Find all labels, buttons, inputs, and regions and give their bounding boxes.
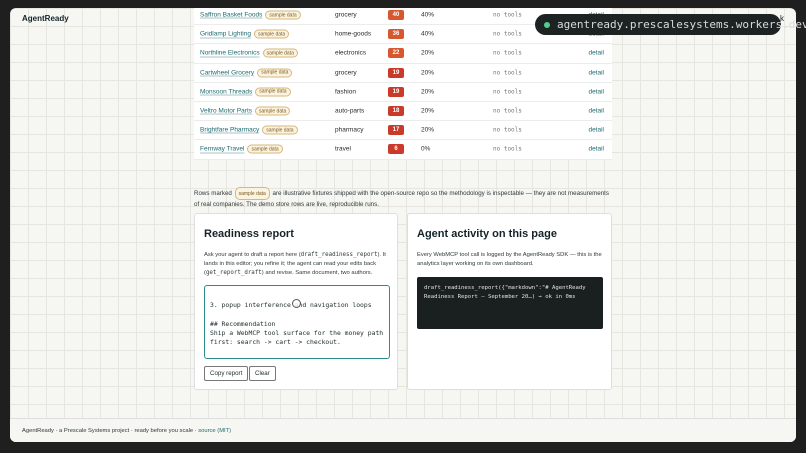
tools-status: no tools bbox=[493, 69, 522, 77]
app-frame: AgentReady k Saffron Basket Foods sample … bbox=[10, 8, 796, 442]
company-link[interactable]: Northline Electronics bbox=[200, 50, 260, 57]
category: fashion bbox=[335, 88, 356, 96]
category: home-goods bbox=[335, 30, 372, 38]
sample-data-badge: sample data bbox=[265, 10, 301, 20]
table-row: Cartwheel Grocery sample data grocery 19 20%… bbox=[194, 64, 612, 83]
mouse-cursor-icon bbox=[292, 299, 301, 308]
category: electronics bbox=[335, 49, 367, 57]
tools-status: no tools bbox=[493, 11, 522, 19]
detail-link[interactable]: detail bbox=[588, 88, 604, 95]
score-badge: 6 bbox=[388, 144, 404, 155]
company-link[interactable]: Fernway Travel bbox=[200, 146, 244, 153]
readiness-report-title: Readiness report bbox=[204, 228, 294, 240]
company-link[interactable]: Gridlamp Lighting bbox=[200, 31, 251, 38]
score-badge: 40 bbox=[388, 10, 404, 21]
coverage-percent: 20% bbox=[421, 49, 435, 57]
table-row: Monsoon Threads sample data fashion 19 20% no… bbox=[194, 83, 612, 102]
company-link[interactable]: Cartwheel Grocery bbox=[200, 69, 254, 76]
source-link[interactable]: source (MIT) bbox=[198, 428, 231, 434]
sample-data-badge: sample data bbox=[255, 106, 291, 116]
desc-part-3: ) and revise. Same document, two authors… bbox=[261, 270, 373, 276]
table-row: Brightfare Pharmacy sample data pharmacy 17… bbox=[194, 121, 612, 141]
activity-log: draft_readiness_report({"markdown":"# Ag… bbox=[417, 277, 603, 329]
category: grocery bbox=[335, 69, 357, 77]
tools-status: no tools bbox=[493, 107, 522, 115]
score-badge: 19 bbox=[388, 86, 404, 97]
category: auto-parts bbox=[335, 107, 365, 115]
coverage-percent: 20% bbox=[421, 126, 435, 134]
sample-data-note: Rows marked sample data are illustrative… bbox=[194, 187, 614, 210]
note-before: Rows marked bbox=[194, 190, 232, 198]
sample-data-badge: sample data bbox=[247, 144, 283, 154]
score-badge: 17 bbox=[388, 125, 404, 136]
company-name[interactable]: Saffron Basket Foods sample data bbox=[200, 10, 301, 20]
agent-activity-card: Agent activity on this page Every WebMCP… bbox=[407, 213, 612, 390]
tools-status: no tools bbox=[493, 49, 522, 57]
coverage-percent: 0% bbox=[421, 145, 431, 153]
coverage-percent: 40% bbox=[421, 11, 435, 19]
coverage-percent: 20% bbox=[421, 107, 435, 115]
desc-part-1: Ask your agent to draft a report here ( bbox=[204, 252, 301, 258]
sample-data-badge: sample data bbox=[257, 68, 293, 78]
company-name[interactable]: Northline Electronics sample data bbox=[200, 48, 298, 58]
coverage-percent: 20% bbox=[421, 69, 435, 77]
readiness-report-card: Readiness report Ask your agent to draft… bbox=[194, 213, 398, 390]
company-name[interactable]: Cartwheel Grocery sample data bbox=[200, 68, 293, 78]
company-link[interactable]: Monsoon Threads bbox=[200, 89, 252, 96]
sample-data-badge: sample data bbox=[262, 125, 298, 135]
table-row: Fernway Travel sample data travel 6 0% no too… bbox=[194, 140, 612, 160]
detail-link[interactable]: detail bbox=[588, 108, 604, 115]
report-editor-content[interactable]: 3. popup interference and navigation loo… bbox=[210, 301, 384, 358]
desc-code-get-draft: get_report_draft bbox=[205, 270, 262, 276]
tools-status: no tools bbox=[493, 88, 522, 96]
category: travel bbox=[335, 145, 351, 153]
detail-link[interactable]: detail bbox=[588, 127, 604, 134]
company-name[interactable]: Fernway Travel sample data bbox=[200, 144, 283, 154]
report-editor[interactable]: 3. popup interference and navigation loo… bbox=[204, 285, 390, 359]
company-name[interactable]: Monsoon Threads sample data bbox=[200, 87, 291, 97]
company-name[interactable]: Brightfare Pharmacy sample data bbox=[200, 125, 298, 135]
url-text: agentready.prescalesystems.workers.dev bbox=[557, 18, 806, 31]
tools-status: no tools bbox=[493, 126, 522, 134]
company-link[interactable]: Saffron Basket Foods bbox=[200, 12, 262, 19]
company-name[interactable]: Veltro Motor Parts sample data bbox=[200, 106, 291, 116]
url-pill: agentready.prescalesystems.workers.dev bbox=[535, 14, 806, 35]
company-name[interactable]: Gridlamp Lighting sample data bbox=[200, 29, 290, 39]
score-badge: 22 bbox=[388, 48, 404, 59]
detail-link[interactable]: detail bbox=[588, 69, 604, 76]
table-row: Veltro Motor Parts sample data auto-parts 1… bbox=[194, 102, 612, 122]
clear-button[interactable]: Clear bbox=[249, 366, 276, 381]
category: pharmacy bbox=[335, 126, 364, 134]
tools-status: no tools bbox=[493, 145, 522, 153]
agent-activity-description: Every WebMCP tool call is logged by the … bbox=[417, 252, 602, 267]
sample-data-badge: sample data bbox=[255, 87, 291, 97]
sample-data-badge: sample data bbox=[253, 29, 290, 39]
footer: AgentReady · a Prescale Systems project … bbox=[10, 418, 796, 442]
score-badge: 18 bbox=[388, 106, 404, 117]
brand-logo[interactable]: AgentReady bbox=[22, 14, 69, 23]
detail-link[interactable]: detail bbox=[588, 146, 604, 153]
agent-activity-title: Agent activity on this page bbox=[417, 228, 557, 240]
score-badge: 19 bbox=[388, 67, 404, 78]
coverage-percent: 20% bbox=[421, 88, 435, 96]
detail-link[interactable]: detail bbox=[588, 50, 604, 57]
copy-report-button[interactable]: Copy report bbox=[204, 366, 249, 381]
company-link[interactable]: Brightfare Pharmacy bbox=[200, 127, 259, 134]
company-link[interactable]: Veltro Motor Parts bbox=[200, 108, 252, 115]
readiness-report-description: Ask your agent to draft a report here (d… bbox=[204, 251, 392, 278]
live-status-dot-icon bbox=[544, 21, 550, 28]
desc-code-draft: draft_readiness_report bbox=[300, 252, 378, 258]
sample-data-badge: sample data bbox=[234, 187, 270, 200]
table-row: Northline Electronics sample data electron… bbox=[194, 44, 612, 64]
tools-status: no tools bbox=[493, 30, 522, 38]
sample-data-badge: sample data bbox=[262, 48, 298, 58]
footer-text: AgentReady · a Prescale Systems project … bbox=[22, 428, 199, 434]
score-badge: 36 bbox=[388, 29, 404, 40]
coverage-percent: 40% bbox=[421, 30, 435, 38]
category: grocery bbox=[335, 11, 357, 19]
